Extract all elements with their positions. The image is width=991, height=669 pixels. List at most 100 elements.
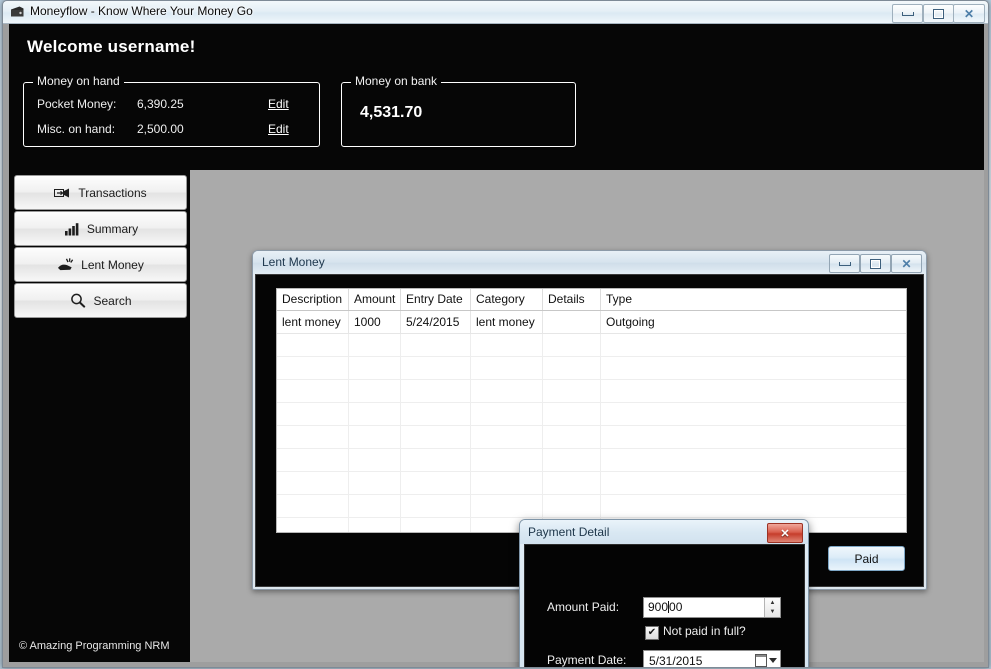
cell-empty bbox=[349, 472, 401, 494]
cell-empty bbox=[543, 495, 601, 517]
column-header-category[interactable]: Category bbox=[471, 289, 543, 310]
sidebar-item-label: Transactions bbox=[78, 185, 147, 200]
main-titlebar: Moneyflow - Know Where Your Money Go ✕ bbox=[3, 1, 988, 24]
header-panel: Welcome username! Money on hand Pocket M… bbox=[9, 24, 984, 170]
cell-empty bbox=[401, 357, 471, 379]
lent-money-window-title: Lent Money bbox=[262, 255, 325, 269]
cell-empty bbox=[543, 472, 601, 494]
table-row-empty[interactable] bbox=[277, 495, 906, 518]
cell-empty bbox=[601, 472, 906, 494]
table-row-empty[interactable] bbox=[277, 472, 906, 495]
maximize-icon[interactable] bbox=[860, 254, 891, 273]
sidebar-item-transactions[interactable]: Transactions bbox=[14, 175, 187, 210]
check-icon: ✔ bbox=[647, 627, 657, 638]
payment-dialog-title: Payment Detail bbox=[528, 525, 610, 539]
datagrid-empty-rows bbox=[277, 334, 906, 532]
sidebar-item-search[interactable]: Search bbox=[14, 283, 187, 318]
cell-type: Outgoing bbox=[606, 315, 655, 329]
column-header-description[interactable]: Description bbox=[277, 289, 349, 310]
sidebar-item-lent-money[interactable]: Lent Money bbox=[14, 247, 187, 282]
column-header-amount[interactable]: Amount bbox=[349, 289, 401, 310]
money-on-hand-legend: Money on hand bbox=[33, 74, 124, 88]
lent-money-titlebar: Lent Money ✕ bbox=[253, 251, 926, 274]
table-row-empty[interactable] bbox=[277, 426, 906, 449]
cell-empty bbox=[471, 403, 543, 425]
calendar-icon bbox=[755, 654, 767, 667]
cell-empty bbox=[401, 449, 471, 471]
table-row-empty[interactable] bbox=[277, 449, 906, 472]
cell-empty bbox=[543, 449, 601, 471]
payment-date-value: 5/31/2015 bbox=[649, 654, 703, 668]
sidebar-item-label: Lent Money bbox=[81, 257, 144, 272]
welcome-message: Welcome username! bbox=[27, 37, 196, 56]
misc-on-hand-edit-link[interactable]: Edit bbox=[268, 122, 289, 136]
date-dropdown-button[interactable] bbox=[750, 653, 777, 667]
spinner-down-icon[interactable]: ▼ bbox=[765, 608, 780, 618]
amount-paid-input[interactable]: 90000 ▲ ▼ bbox=[643, 597, 781, 618]
sidebar-item-label: Search bbox=[93, 293, 132, 308]
cell-amount: 1000 bbox=[349, 311, 401, 333]
minimize-icon[interactable] bbox=[829, 254, 860, 273]
money-on-bank-amount: 4,531.70 bbox=[360, 104, 423, 121]
wallet-icon bbox=[10, 5, 25, 19]
close-icon[interactable]: ✕ bbox=[953, 4, 985, 23]
money-on-bank-group: Money on bank 4,531.70 bbox=[341, 74, 576, 147]
table-row-empty[interactable] bbox=[277, 403, 906, 426]
cell-empty bbox=[543, 426, 601, 448]
cell-empty bbox=[471, 380, 543, 402]
table-row-empty[interactable] bbox=[277, 334, 906, 357]
cell-empty bbox=[349, 495, 401, 517]
cell-empty bbox=[277, 426, 349, 448]
magnifier-icon bbox=[69, 293, 87, 308]
sidebar-item-summary[interactable]: Summary bbox=[14, 211, 187, 246]
not-paid-in-full-checkbox[interactable]: ✔ bbox=[645, 626, 659, 640]
misc-on-hand-value: 2,500.00 bbox=[137, 122, 184, 136]
amount-spinner[interactable]: ▲ ▼ bbox=[764, 598, 780, 617]
lent-money-datagrid[interactable]: Description Amount Entry Date Category D… bbox=[276, 288, 907, 533]
spinner-up-icon[interactable]: ▲ bbox=[765, 598, 780, 608]
close-icon[interactable]: ✕ bbox=[891, 254, 922, 273]
pocket-money-label: Pocket Money: bbox=[37, 97, 117, 111]
cell-empty bbox=[601, 380, 906, 402]
cell-entry-date: 5/24/2015 bbox=[401, 311, 471, 333]
cell-empty bbox=[349, 403, 401, 425]
not-paid-in-full-label[interactable]: Not paid in full? bbox=[663, 624, 746, 638]
cell-empty bbox=[471, 357, 543, 379]
column-header-type[interactable]: Type bbox=[601, 289, 906, 310]
cell-empty bbox=[601, 334, 906, 356]
cell-empty bbox=[277, 357, 349, 379]
cell-empty bbox=[401, 426, 471, 448]
transfer-icon bbox=[54, 185, 72, 200]
minimize-icon[interactable] bbox=[892, 4, 923, 23]
column-header-details[interactable]: Details bbox=[543, 289, 601, 310]
cell-empty bbox=[401, 495, 471, 517]
cell-empty bbox=[401, 403, 471, 425]
cell-description: lent money bbox=[277, 311, 349, 333]
cell-empty bbox=[401, 334, 471, 356]
table-row-empty[interactable] bbox=[277, 380, 906, 403]
cell-empty bbox=[471, 495, 543, 517]
cell-empty bbox=[601, 357, 906, 379]
main-application-window: Moneyflow - Know Where Your Money Go ✕ W… bbox=[2, 0, 989, 668]
cell-empty bbox=[277, 449, 349, 471]
cell-empty bbox=[349, 380, 401, 402]
cell-details bbox=[543, 311, 601, 333]
column-header-entry-date[interactable]: Entry Date bbox=[401, 289, 471, 310]
table-row[interactable]: lent money 1000 5/24/2015 lent money Out… bbox=[277, 311, 906, 334]
payment-dialog-titlebar: Payment Detail ✕ bbox=[520, 520, 808, 544]
close-icon[interactable]: ✕ bbox=[767, 523, 803, 543]
cell-empty bbox=[277, 495, 349, 517]
pocket-money-edit-link[interactable]: Edit bbox=[268, 97, 289, 111]
payment-date-picker[interactable]: 5/31/2015 bbox=[643, 650, 781, 668]
table-row-empty[interactable] bbox=[277, 357, 906, 380]
cell-category: lent money bbox=[471, 311, 543, 333]
cell-empty bbox=[349, 357, 401, 379]
paid-button[interactable]: Paid bbox=[828, 546, 905, 571]
cell-empty bbox=[601, 403, 906, 425]
cell-empty bbox=[401, 518, 471, 532]
cell-empty bbox=[601, 426, 906, 448]
cell-empty bbox=[349, 334, 401, 356]
cell-empty bbox=[349, 426, 401, 448]
cell-empty bbox=[471, 334, 543, 356]
maximize-icon[interactable] bbox=[923, 4, 954, 23]
